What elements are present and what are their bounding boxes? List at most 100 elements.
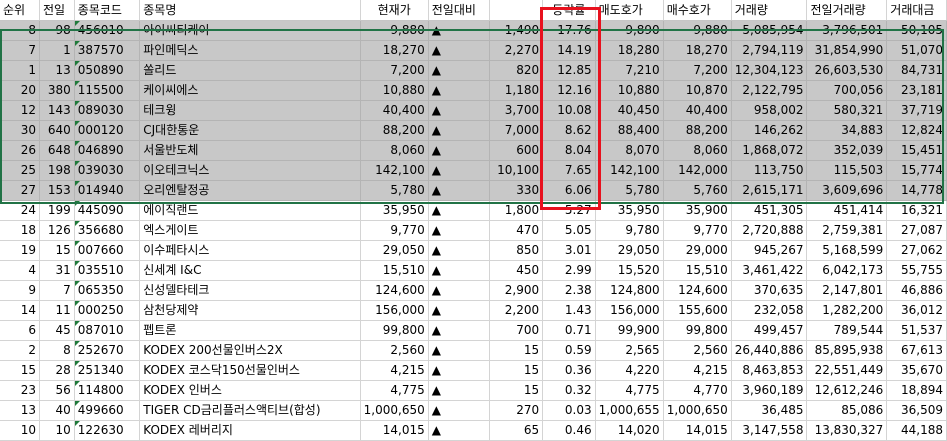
table-row[interactable]: 14 11 000250 삼천당제약 156,000 ▲ 2,200 1.43 156,000 1… bbox=[0, 300, 947, 321]
cell-bid[interactable]: 124,600 bbox=[663, 280, 732, 301]
cell-price[interactable]: 15,510 bbox=[360, 260, 429, 281]
cell-change[interactable]: 850 bbox=[489, 240, 544, 261]
cell-up-arrow[interactable]: ▲ bbox=[428, 120, 491, 141]
cell-change[interactable]: 65 bbox=[489, 420, 544, 441]
cell-change[interactable]: 820 bbox=[489, 60, 544, 81]
cell-rank[interactable]: 24 bbox=[0, 200, 41, 221]
cell-ask[interactable]: 2,565 bbox=[595, 340, 664, 361]
cell-up-arrow[interactable]: ▲ bbox=[428, 160, 491, 181]
header-bid[interactable]: 매수호가 bbox=[663, 0, 732, 21]
cell-ask[interactable]: 9,780 bbox=[595, 220, 664, 241]
cell-prev-rank[interactable]: 31 bbox=[39, 260, 75, 281]
cell-rank[interactable]: 8 bbox=[0, 20, 41, 41]
cell-volume[interactable]: 2,794,119 bbox=[731, 40, 808, 61]
cell-code[interactable]: 089030 bbox=[74, 100, 141, 121]
cell-rank[interactable]: 9 bbox=[0, 280, 41, 301]
cell-name[interactable]: 쏠리드 bbox=[139, 60, 361, 81]
cell-rank[interactable]: 6 bbox=[0, 320, 41, 341]
cell-rate[interactable]: 2.99 bbox=[542, 260, 596, 281]
cell-rate[interactable]: 0.46 bbox=[542, 420, 596, 441]
cell-rate[interactable]: 10.08 bbox=[542, 100, 596, 121]
cell-prev-rank[interactable]: 45 bbox=[39, 320, 75, 341]
header-name[interactable]: 종목명 bbox=[139, 0, 361, 21]
cell-ask[interactable]: 35,950 bbox=[595, 200, 664, 221]
cell-volume[interactable]: 26,440,886 bbox=[731, 340, 808, 361]
header-ask[interactable]: 매도호가 bbox=[595, 0, 664, 21]
cell-prev-volume[interactable]: 85,895,938 bbox=[806, 340, 888, 361]
table-row[interactable]: 4 31 035510 신세계 I&C 15,510 ▲ 450 2.99 15,520 15,5… bbox=[0, 260, 947, 281]
cell-ask[interactable]: 156,000 bbox=[595, 300, 664, 321]
cell-change[interactable]: 10,100 bbox=[489, 160, 544, 181]
cell-up-arrow[interactable]: ▲ bbox=[428, 80, 491, 101]
cell-prev-volume[interactable]: 580,321 bbox=[806, 100, 888, 121]
cell-amount[interactable]: 50,105 bbox=[886, 20, 947, 41]
cell-prev-volume[interactable]: 22,551,449 bbox=[806, 360, 888, 381]
cell-amount[interactable]: 51,070 bbox=[886, 40, 947, 61]
header-rate[interactable]: 등락률 bbox=[542, 0, 596, 21]
cell-bid[interactable]: 18,270 bbox=[663, 40, 732, 61]
table-row[interactable]: 8 98 456010 아이씨티케이 9,880 ▲ 1,490 17.76 9,890 9,88… bbox=[0, 20, 947, 41]
cell-prev-rank[interactable]: 8 bbox=[39, 340, 75, 361]
cell-prev-volume[interactable]: 789,544 bbox=[806, 320, 888, 341]
table-row[interactable]: 27 153 014940 오리엔탈정공 5,780 ▲ 330 6.06 5,780 5,760… bbox=[0, 180, 947, 201]
cell-bid[interactable]: 29,000 bbox=[663, 240, 732, 261]
cell-rate[interactable]: 12.85 bbox=[542, 60, 596, 81]
cell-rank[interactable]: 15 bbox=[0, 360, 41, 381]
cell-rank[interactable]: 27 bbox=[0, 180, 41, 201]
cell-prev-volume[interactable]: 31,854,990 bbox=[806, 40, 888, 61]
cell-bid[interactable]: 99,800 bbox=[663, 320, 732, 341]
table-row[interactable]: 30 640 000120 CJ대한통운 88,200 ▲ 7,000 8.62 88,400 8… bbox=[0, 120, 947, 141]
cell-change[interactable]: 2,900 bbox=[489, 280, 544, 301]
cell-up-arrow[interactable]: ▲ bbox=[428, 240, 491, 261]
cell-bid[interactable]: 155,600 bbox=[663, 300, 732, 321]
cell-ask[interactable]: 1,000,655 bbox=[595, 400, 664, 421]
cell-volume[interactable]: 958,002 bbox=[731, 100, 808, 121]
cell-volume[interactable]: 12,304,123 bbox=[731, 60, 808, 81]
cell-bid[interactable]: 14,015 bbox=[663, 420, 732, 441]
cell-code[interactable]: 065350 bbox=[74, 280, 141, 301]
cell-prev-rank[interactable]: 153 bbox=[39, 180, 75, 201]
cell-volume[interactable]: 2,615,171 bbox=[731, 180, 808, 201]
cell-prev-volume[interactable]: 115,503 bbox=[806, 160, 888, 181]
cell-ask[interactable]: 99,900 bbox=[595, 320, 664, 341]
cell-volume[interactable]: 113,750 bbox=[731, 160, 808, 181]
cell-prev-rank[interactable]: 7 bbox=[39, 280, 75, 301]
cell-rate[interactable]: 5.05 bbox=[542, 220, 596, 241]
cell-change[interactable]: 470 bbox=[489, 220, 544, 241]
cell-ask[interactable]: 5,780 bbox=[595, 180, 664, 201]
cell-ask[interactable]: 7,210 bbox=[595, 60, 664, 81]
cell-rate[interactable]: 0.36 bbox=[542, 360, 596, 381]
cell-ask[interactable]: 8,070 bbox=[595, 140, 664, 161]
cell-rank[interactable]: 10 bbox=[0, 420, 41, 441]
table-row[interactable]: 25 198 039030 이오테크닉스 142,100 ▲ 10,100 7.65 142,1… bbox=[0, 160, 947, 181]
cell-prev-volume[interactable]: 5,168,599 bbox=[806, 240, 888, 261]
cell-name[interactable]: KODEX 코스닥150선물인버스 bbox=[139, 360, 361, 381]
cell-code[interactable]: 115500 bbox=[74, 80, 141, 101]
cell-change[interactable]: 450 bbox=[489, 260, 544, 281]
cell-ask[interactable]: 40,450 bbox=[595, 100, 664, 121]
cell-prev-volume[interactable]: 451,414 bbox=[806, 200, 888, 221]
cell-up-arrow[interactable]: ▲ bbox=[428, 220, 491, 241]
cell-name[interactable]: 신세계 I&C bbox=[139, 260, 361, 281]
cell-code[interactable]: 000120 bbox=[74, 120, 141, 141]
cell-prev-volume[interactable]: 26,603,530 bbox=[806, 60, 888, 81]
cell-rank[interactable]: 20 bbox=[0, 80, 41, 101]
cell-prev-rank[interactable]: 56 bbox=[39, 380, 75, 401]
cell-amount[interactable]: 36,509 bbox=[886, 400, 947, 421]
cell-prev-rank[interactable]: 98 bbox=[39, 20, 75, 41]
cell-code[interactable]: 122630 bbox=[74, 420, 141, 441]
cell-prev-volume[interactable]: 2,147,801 bbox=[806, 280, 888, 301]
cell-code[interactable]: 046890 bbox=[74, 140, 141, 161]
cell-amount[interactable]: 18,894 bbox=[886, 380, 947, 401]
cell-bid[interactable]: 35,900 bbox=[663, 200, 732, 221]
cell-change[interactable]: 1,800 bbox=[489, 200, 544, 221]
cell-up-arrow[interactable]: ▲ bbox=[428, 420, 491, 441]
cell-up-arrow[interactable]: ▲ bbox=[428, 380, 491, 401]
cell-prev-volume[interactable]: 3,796,501 bbox=[806, 20, 888, 41]
cell-rank[interactable]: 14 bbox=[0, 300, 41, 321]
header-change[interactable]: 전일대비 bbox=[428, 0, 491, 21]
cell-name[interactable]: KODEX 레버리지 bbox=[139, 420, 361, 441]
cell-volume[interactable]: 36,485 bbox=[731, 400, 808, 421]
cell-price[interactable]: 88,200 bbox=[360, 120, 429, 141]
cell-ask[interactable]: 4,220 bbox=[595, 360, 664, 381]
